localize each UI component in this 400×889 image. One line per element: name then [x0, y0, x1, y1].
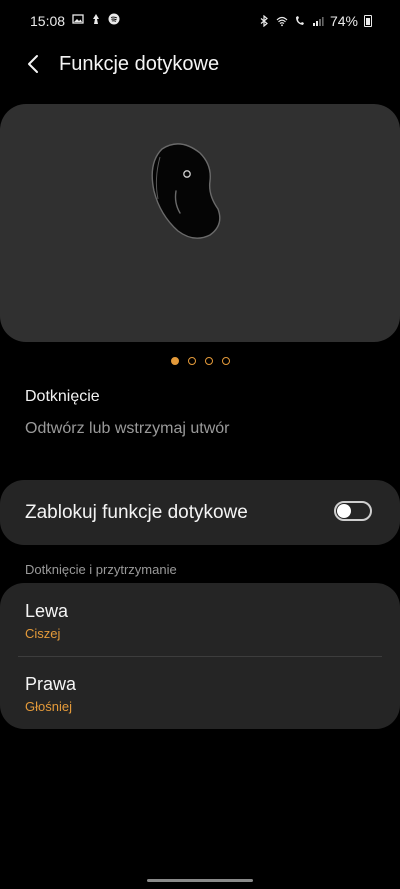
left-earbud-value: Ciszej	[25, 626, 61, 641]
page-title: Funkcje dotykowe	[59, 53, 220, 75]
carousel-dot[interactable]	[204, 357, 213, 365]
tap-title: Dotknięcie	[25, 388, 100, 405]
carousel-dot[interactable]	[221, 357, 230, 365]
app-header: Funkcje dotykowe	[0, 48, 400, 80]
spotify-icon	[108, 13, 120, 25]
home-indicator[interactable]	[147, 879, 253, 882]
right-earbud-title: Prawa	[25, 674, 77, 694]
left-earbud-title: Lewa	[25, 601, 69, 621]
toggle-knob	[337, 504, 351, 518]
image-icon	[72, 14, 84, 24]
back-arrow-icon[interactable]	[22, 52, 46, 76]
touch-hold-card: Lewa Ciszej Prawa Głośniej	[0, 583, 400, 729]
lock-touch-label: Zablokuj funkcje dotykowe	[25, 502, 248, 523]
lock-touch-row[interactable]: Zablokuj funkcje dotykowe	[0, 480, 400, 545]
status-time: 15:08	[30, 13, 66, 29]
battery-percent: 74%	[329, 13, 358, 29]
earbud-illustration-card[interactable]	[0, 104, 400, 342]
carousel-indicator	[0, 357, 400, 365]
bluetooth-icon	[260, 15, 268, 27]
carousel-dot[interactable]	[170, 357, 179, 365]
left-earbud-row[interactable]: Lewa Ciszej	[0, 583, 400, 656]
right-earbud-row[interactable]: Prawa Głośniej	[0, 656, 400, 729]
touch-hold-section-label: Dotknięcie i przytrzymanie	[25, 562, 177, 577]
notification-icon	[93, 14, 99, 24]
earbud-icon	[151, 143, 221, 239]
volte-call-icon	[295, 16, 304, 25]
lock-touch-toggle[interactable]	[334, 501, 372, 521]
wifi-icon	[276, 16, 288, 27]
signal-icon	[312, 17, 324, 26]
battery-icon	[364, 15, 372, 27]
right-earbud-value: Głośniej	[25, 699, 72, 714]
status-bar: 15:08 74%	[0, 0, 400, 40]
carousel-dot[interactable]	[187, 357, 196, 365]
tap-action: Odtwórz lub wstrzymaj utwór	[25, 420, 230, 437]
